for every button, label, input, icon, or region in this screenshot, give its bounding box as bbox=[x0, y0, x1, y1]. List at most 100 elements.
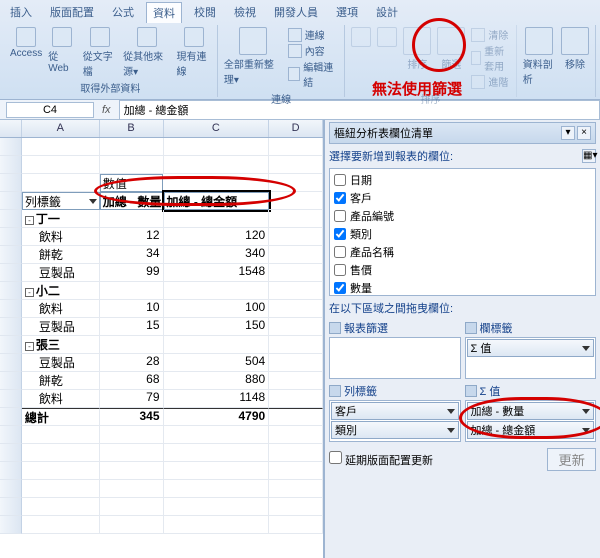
from-text-button[interactable]: 從文字檔 bbox=[83, 27, 117, 78]
from-web-button[interactable]: 從 Web bbox=[48, 27, 77, 74]
rows-icon bbox=[329, 385, 341, 397]
tab[interactable]: 校閱 bbox=[188, 2, 222, 23]
rows-area[interactable]: 客戶類別 bbox=[329, 400, 461, 442]
collapse-icon[interactable]: - bbox=[25, 216, 34, 225]
pivot-row-key: -丁一 bbox=[22, 210, 100, 228]
pivot-amt: 880 bbox=[164, 372, 270, 390]
pivot-amt bbox=[164, 282, 270, 300]
col-header[interactable]: B bbox=[100, 120, 164, 137]
pivot-row-key: 飲料 bbox=[22, 228, 100, 246]
pane-dropdown-icon[interactable]: ▾ bbox=[561, 126, 575, 140]
field-checkbox[interactable] bbox=[334, 192, 346, 204]
from-access-button[interactable]: Access bbox=[10, 27, 42, 59]
field-checkbox[interactable] bbox=[334, 174, 346, 186]
active-cell[interactable]: 加總 - 總金額 bbox=[164, 192, 270, 210]
area-chip[interactable]: 客戶 bbox=[331, 402, 459, 420]
collapse-icon[interactable]: - bbox=[25, 342, 34, 351]
columns-icon bbox=[465, 322, 477, 334]
col-header[interactable]: A bbox=[22, 120, 100, 137]
fx-icon[interactable]: fx bbox=[94, 104, 119, 116]
pivot-qty: 34 bbox=[100, 246, 164, 264]
properties-button[interactable]: 內容 bbox=[288, 43, 339, 58]
values-icon bbox=[465, 385, 477, 397]
field-item[interactable]: 產品名稱 bbox=[334, 243, 591, 261]
chevron-down-icon[interactable] bbox=[89, 199, 97, 204]
worksheet-grid[interactable]: A B C D 數值 列標籤 加總 - 數量 加總 - 總金額 -丁一 飲料 1… bbox=[0, 120, 324, 558]
field-checkbox[interactable] bbox=[334, 246, 346, 258]
tab[interactable]: 設計 bbox=[370, 2, 404, 23]
pivot-amt: 340 bbox=[164, 246, 270, 264]
area-chip[interactable]: 類別 bbox=[331, 421, 459, 439]
col-header[interactable]: D bbox=[269, 120, 323, 137]
field-checkbox[interactable] bbox=[334, 282, 346, 294]
field-item[interactable]: 客戶 bbox=[334, 189, 591, 207]
pivot-qty: 28 bbox=[100, 354, 164, 372]
chevron-down-icon[interactable] bbox=[582, 428, 590, 433]
field-checkbox[interactable] bbox=[334, 228, 346, 240]
values-area[interactable]: 加總 - 數量加總 - 總金額 bbox=[465, 400, 597, 442]
group-label: 取得外部資料 bbox=[10, 78, 211, 95]
pivot-amt bbox=[164, 336, 270, 354]
pivot-row-key: 飲料 bbox=[22, 390, 100, 408]
pivot-row-key: 飲料 bbox=[22, 300, 100, 318]
filter-area[interactable] bbox=[329, 337, 461, 379]
field-item[interactable]: 數量 bbox=[334, 279, 591, 296]
area-chip[interactable]: 加總 - 數量 bbox=[467, 402, 595, 420]
pivot-row-key: 餅乾 bbox=[22, 246, 100, 264]
ribbon-tabs: 插入 版面配置 公式 資料 校閱 檢視 開發人員 選項 設計 bbox=[0, 0, 600, 23]
name-box[interactable]: C4 bbox=[6, 102, 94, 118]
pivot-qty: 12 bbox=[100, 228, 164, 246]
tab[interactable]: 插入 bbox=[4, 2, 38, 23]
columns-area[interactable]: Σ 值 bbox=[465, 337, 597, 379]
chevron-down-icon[interactable] bbox=[582, 409, 590, 414]
field-list[interactable]: 日期客戶產品編號類別產品名稱售價數量總金額 bbox=[329, 168, 596, 296]
connections-button[interactable]: 連線 bbox=[288, 27, 339, 42]
chevron-down-icon[interactable] bbox=[582, 346, 590, 351]
remove-dup-button[interactable]: 移除 bbox=[561, 27, 589, 71]
field-checkbox[interactable] bbox=[334, 210, 346, 222]
reapply-filter-button: 重新套用 bbox=[471, 43, 509, 73]
tab[interactable]: 資料 bbox=[146, 2, 182, 23]
pivot-qty: 10 bbox=[100, 300, 164, 318]
chevron-down-icon[interactable] bbox=[447, 409, 455, 414]
close-icon[interactable]: × bbox=[577, 126, 591, 140]
field-item[interactable]: 日期 bbox=[334, 171, 591, 189]
field-item[interactable]: 產品編號 bbox=[334, 207, 591, 225]
defer-update-checkbox[interactable]: 延期版面配置更新 bbox=[329, 451, 433, 468]
filter-icon bbox=[329, 322, 341, 334]
tab[interactable]: 版面配置 bbox=[44, 2, 100, 23]
text-to-columns-button[interactable]: 資料剖析 bbox=[523, 27, 555, 86]
area-chip[interactable]: 加總 - 總金額 bbox=[467, 421, 595, 439]
pane-title: 樞紐分析表欄位清單 bbox=[334, 125, 433, 141]
collapse-icon[interactable]: - bbox=[25, 288, 34, 297]
field-item[interactable]: 類別 bbox=[334, 225, 591, 243]
pivot-amt: 1148 bbox=[164, 390, 270, 408]
tab[interactable]: 開發人員 bbox=[268, 2, 324, 23]
area-chip[interactable]: Σ 值 bbox=[467, 339, 595, 357]
grand-total-amt: 4790 bbox=[164, 408, 270, 426]
from-other-button[interactable]: 從其他來源▾ bbox=[123, 27, 170, 78]
tab[interactable]: 檢視 bbox=[228, 2, 262, 23]
grand-total-label: 總計 bbox=[22, 408, 100, 426]
clear-filter-button: 清除 bbox=[471, 27, 509, 42]
field-checkbox[interactable] bbox=[334, 264, 346, 276]
layout-options-button[interactable]: ▦▾ bbox=[582, 149, 596, 163]
sort-az-button bbox=[351, 27, 371, 47]
col-header[interactable]: C bbox=[164, 120, 270, 137]
update-button[interactable]: 更新 bbox=[547, 448, 596, 471]
pivot-row-key: 豆製品 bbox=[22, 318, 100, 336]
edit-links-button[interactable]: 編輯連結 bbox=[288, 59, 339, 89]
drag-label: 在以下區域之間拖曳欄位: bbox=[329, 300, 596, 316]
field-item[interactable]: 售價 bbox=[334, 261, 591, 279]
pivot-qty bbox=[100, 210, 164, 228]
pivot-qty bbox=[100, 282, 164, 300]
refresh-all-button[interactable]: 全部重新整理▾ bbox=[224, 27, 282, 86]
pivot-row-label[interactable]: 列標籤 bbox=[22, 192, 100, 210]
pivot-field-list-pane: 樞紐分析表欄位清單 ▾ × 選擇要新增到報表的欄位: ▦▾ 日期客戶產品編號類別… bbox=[324, 120, 600, 558]
pivot-col-header: 加總 - 數量 bbox=[100, 192, 164, 210]
existing-conn-button[interactable]: 現有連線 bbox=[176, 27, 210, 78]
tab[interactable]: 公式 bbox=[106, 2, 140, 23]
chevron-down-icon[interactable] bbox=[447, 428, 455, 433]
tab[interactable]: 選項 bbox=[330, 2, 364, 23]
pivot-row-key: 餅乾 bbox=[22, 372, 100, 390]
